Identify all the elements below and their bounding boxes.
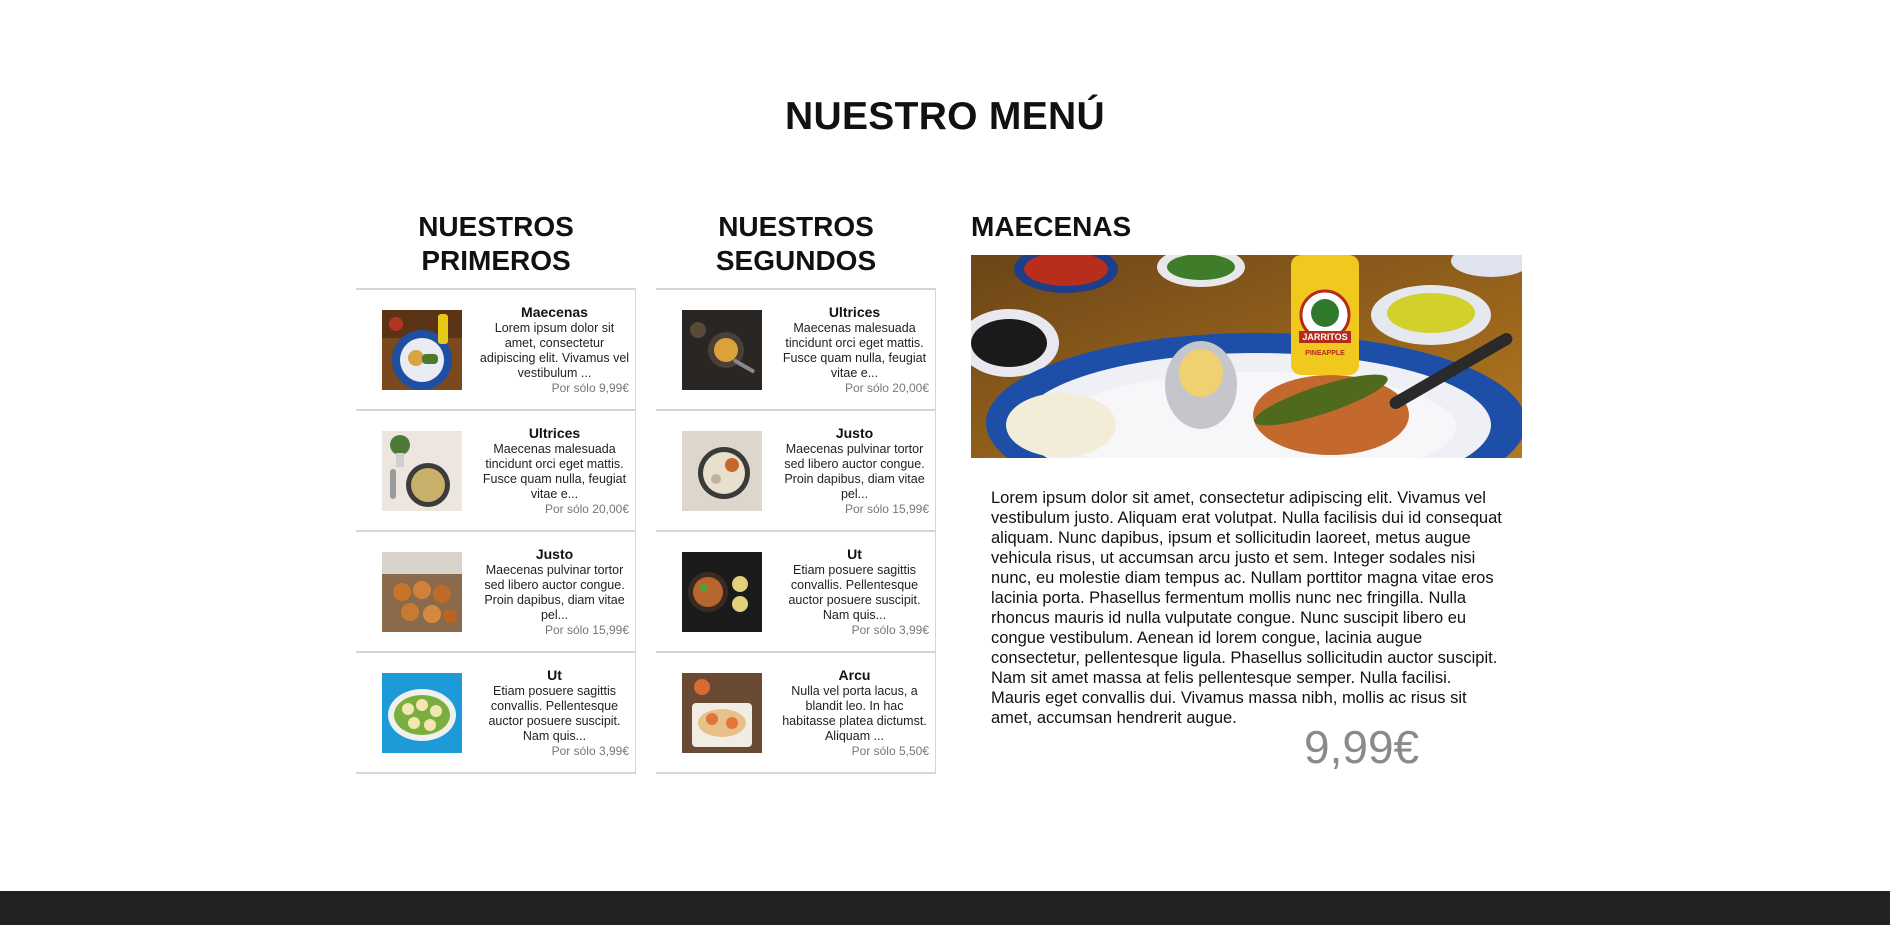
item-description: Maecenas malesuada tincidunt orci eget m…: [482, 442, 627, 501]
item-name: Ultrices: [528, 425, 581, 441]
item-description: Maecenas malesuada tincidunt orci eget m…: [782, 321, 927, 380]
featured-description: Lorem ipsum dolor sit amet, consectetur …: [991, 489, 1502, 727]
second-courses-section: NUESTROS SEGUNDOS Ultrices Maecenas male…: [656, 210, 936, 774]
item-name: Justo: [535, 546, 574, 562]
shrimp-dish-image: [682, 673, 762, 753]
soup-image: [382, 431, 462, 511]
menu-item[interactable]: Justo Maecenas pulvinar tortor sed liber…: [356, 532, 635, 653]
menu-item[interactable]: Justo Maecenas pulvinar tortor sed liber…: [656, 411, 935, 532]
item-price: Por sólo 15,99€: [844, 502, 929, 516]
plate-image: [382, 310, 462, 390]
menu-item[interactable]: Ultrices Maecenas malesuada tincidunt or…: [356, 411, 635, 532]
item-description: Maecenas pulvinar tortor sed libero auct…: [784, 442, 925, 501]
first-courses-list: Maecenas Lorem ipsum dolor sit amet, con…: [356, 288, 636, 774]
menu-item[interactable]: Ut Etiam posuere sagittis convallis. Pel…: [356, 653, 635, 774]
item-name: Arcu: [838, 667, 871, 683]
menu-item[interactable]: Arcu Nulla vel porta lacus, a blandit le…: [656, 653, 935, 774]
menu-item[interactable]: Maecenas Lorem ipsum dolor sit amet, con…: [356, 290, 635, 411]
first-courses-title: NUESTROS PRIMEROS: [418, 211, 574, 276]
featured-title: MAECENAS: [971, 211, 1132, 242]
item-price: Por sólo 3,99€: [851, 623, 929, 637]
item-price: Por sólo 20,00€: [844, 381, 929, 395]
item-description: Maecenas pulvinar tortor sed libero auct…: [484, 563, 625, 622]
menu-item[interactable]: Ultrices Maecenas malesuada tincidunt or…: [656, 290, 935, 411]
item-name: Justo: [835, 425, 874, 441]
menu-item[interactable]: Ut Etiam posuere sagittis convallis. Pel…: [656, 532, 935, 653]
item-description: Etiam posuere sagittis convallis. Pellen…: [788, 563, 921, 622]
featured-dish: MAECENAS JARRITOS PINEAPPLE Lorem ipsum …: [971, 210, 1522, 772]
item-price: Por sólo 5,50€: [851, 744, 929, 758]
fried-food-image: [382, 552, 462, 632]
item-description: Nulla vel porta lacus, a blandit leo. In…: [782, 684, 927, 743]
featured-plate-image: JARRITOS PINEAPPLE: [971, 255, 1522, 458]
item-price: Por sólo 15,99€: [544, 623, 629, 637]
item-name: Ut: [847, 546, 862, 562]
featured-price: 9,99€: [1304, 721, 1420, 773]
item-description: Lorem ipsum dolor sit amet, consectetur …: [479, 321, 630, 380]
footer-bar: [0, 891, 1890, 925]
dark-dish-image: [682, 310, 762, 390]
item-price: Por sólo 9,99€: [551, 381, 629, 395]
item-name: Maecenas: [521, 304, 588, 320]
item-price: Por sólo 3,99€: [551, 744, 629, 758]
page-title: NUESTRO MENÚ: [785, 95, 1105, 138]
item-name: Ultrices: [828, 304, 881, 320]
second-courses-list: Ultrices Maecenas malesuada tincidunt or…: [656, 288, 936, 774]
salad-image: [382, 673, 462, 753]
bowls-image: [682, 552, 762, 632]
second-courses-title: NUESTROS SEGUNDOS: [715, 211, 877, 276]
first-courses-section: NUESTROS PRIMEROS Maecenas Lorem ipsum d…: [356, 210, 636, 774]
bottle-label: JARRITOS: [1302, 332, 1347, 342]
item-description: Etiam posuere sagittis convallis. Pellen…: [488, 684, 621, 743]
rice-bowl-image: [682, 431, 762, 511]
bottle-sublabel: PINEAPPLE: [1305, 350, 1345, 357]
item-name: Ut: [547, 667, 562, 683]
item-price: Por sólo 20,00€: [544, 502, 629, 516]
